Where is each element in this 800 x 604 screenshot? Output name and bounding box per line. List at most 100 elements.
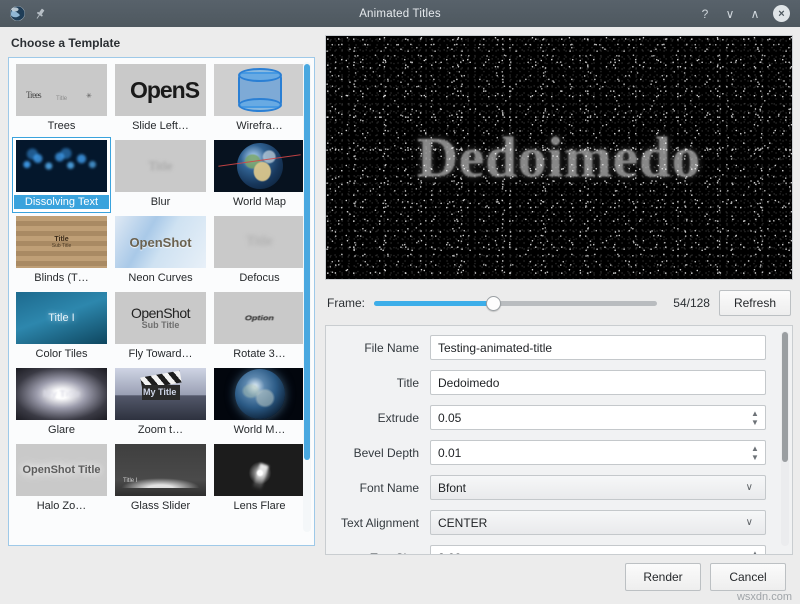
template-item-label: Zoom t… bbox=[113, 423, 208, 437]
field-value: Dedoimedo bbox=[438, 376, 499, 390]
template-item[interactable]: Lens Flare bbox=[210, 441, 309, 517]
template-item[interactable]: Title IGlass Slider bbox=[111, 441, 210, 517]
frame-slider-fill bbox=[374, 301, 493, 306]
field-label: Title bbox=[332, 376, 430, 390]
template-item-label: Glare bbox=[14, 423, 109, 437]
field-spinner[interactable]: 0.05 ▲▼ bbox=[430, 405, 766, 430]
refresh-button[interactable]: Refresh bbox=[719, 290, 791, 316]
field-label: Font Name bbox=[332, 481, 430, 495]
template-item[interactable]: OptionRotate 3… bbox=[210, 289, 309, 365]
template-item-label: Blinds (T… bbox=[14, 271, 109, 285]
template-item-label: Dissolving Text bbox=[14, 195, 109, 209]
template-item[interactable]: OpenShot TitleHalo Zo… bbox=[12, 441, 111, 517]
template-item[interactable]: Title IColor Tiles bbox=[12, 289, 111, 365]
template-item-label: Glass Slider bbox=[113, 499, 208, 513]
template-item-label: World Map bbox=[212, 195, 307, 209]
openshot-globe-icon bbox=[9, 5, 26, 22]
spinner-arrows-icon[interactable]: ▲▼ bbox=[745, 410, 765, 426]
template-item-label: Slide Left… bbox=[113, 119, 208, 133]
template-item-label: Color Tiles bbox=[14, 347, 109, 361]
field-value: 0.05 bbox=[438, 411, 461, 425]
template-item[interactable]: My TitleZoom t… bbox=[111, 365, 210, 441]
template-panel: Choose a Template TreesTitle✳TreesOpenSS… bbox=[8, 35, 315, 555]
chevron-down-icon[interactable]: ∨ bbox=[746, 482, 758, 493]
frame-label: Frame: bbox=[327, 296, 365, 310]
template-scrollbar[interactable] bbox=[303, 62, 311, 532]
cancel-button[interactable]: Cancel bbox=[710, 563, 786, 591]
form-row: Extrude 0.05 ▲▼ bbox=[332, 405, 782, 430]
frame-slider[interactable] bbox=[374, 295, 657, 311]
maximize-icon[interactable]: ∧ bbox=[748, 7, 762, 21]
template-item-label: Lens Flare bbox=[212, 499, 307, 513]
template-item[interactable]: TitleBlur bbox=[111, 137, 210, 213]
field-spinner[interactable]: 0.01 ▲▼ bbox=[430, 440, 766, 465]
template-item[interactable]: OpenShotNeon Curves bbox=[111, 213, 210, 289]
template-item-label: Rotate 3… bbox=[212, 347, 307, 361]
form-row: Font Name Bfont ∨ bbox=[332, 475, 782, 500]
animated-titles-dialog: Animated Titles ? ∨ ∧ × Choose a Templat… bbox=[0, 0, 800, 604]
title-bar-left-icons bbox=[6, 5, 47, 22]
template-item[interactable]: OpenSSlide Left… bbox=[111, 61, 210, 137]
field-spinner[interactable]: 2.00▲▼ bbox=[430, 545, 766, 555]
preview-image: Dedoimedo bbox=[325, 35, 793, 280]
template-item-label: World M… bbox=[212, 423, 307, 437]
preview-panel: Dedoimedo Frame: 54/128 Refresh File Nam… bbox=[325, 35, 793, 555]
field-label: Text Alignment bbox=[332, 516, 430, 530]
field-value: 0.01 bbox=[438, 446, 461, 460]
form-row: Title Dedoimedo bbox=[332, 370, 782, 395]
properties-form: File Name Testing-animated-title Title Dedo… bbox=[325, 325, 793, 555]
field-label: Bevel Depth bbox=[332, 446, 430, 460]
choose-template-heading: Choose a Template bbox=[11, 36, 315, 50]
form-scrollbar[interactable] bbox=[781, 331, 789, 546]
render-button[interactable]: Render bbox=[625, 563, 701, 591]
template-item[interactable]: TitleDefocus bbox=[210, 213, 309, 289]
template-item-label: Halo Zo… bbox=[14, 499, 109, 513]
window-title: Animated Titles bbox=[0, 8, 800, 20]
frame-controls: Frame: 54/128 Refresh bbox=[325, 280, 793, 325]
field-input[interactable]: Dedoimedo bbox=[430, 370, 766, 395]
template-item[interactable]: OpenShotSub TitleFly Toward… bbox=[111, 289, 210, 365]
pin-icon[interactable] bbox=[33, 7, 47, 21]
template-item[interactable]: Wirefra… bbox=[210, 61, 309, 137]
field-value: Bfont bbox=[438, 481, 466, 495]
dialog-body: Choose a Template TreesTitle✳TreesOpenSS… bbox=[0, 27, 800, 555]
frame-counter: 54/128 bbox=[666, 296, 710, 310]
chevron-down-icon[interactable]: ∨ bbox=[746, 517, 758, 528]
field-input[interactable]: Testing-animated-title bbox=[430, 335, 766, 360]
frame-slider-handle[interactable] bbox=[486, 296, 501, 311]
template-item-label: Neon Curves bbox=[113, 271, 208, 285]
template-scrollbar-thumb[interactable] bbox=[304, 64, 310, 460]
template-item-label: Defocus bbox=[212, 271, 307, 285]
field-value: Testing-animated-title bbox=[438, 341, 552, 355]
form-row: File Name Testing-animated-title bbox=[332, 335, 782, 360]
template-item[interactable]: World M… bbox=[210, 365, 309, 441]
field-label: File Name bbox=[332, 341, 430, 355]
window-controls: ? ∨ ∧ × bbox=[698, 5, 794, 22]
template-item-label: Fly Toward… bbox=[113, 347, 208, 361]
template-grid: TreesTitle✳TreesOpenSSlide Left…Wirefra…… bbox=[9, 58, 297, 517]
dialog-footer: Render Cancel wsxdn.com bbox=[0, 555, 800, 604]
close-icon[interactable]: × bbox=[773, 5, 790, 22]
template-item[interactable]: My TitleGlare bbox=[12, 365, 111, 441]
template-list[interactable]: TreesTitle✳TreesOpenSSlide Left…Wirefra…… bbox=[8, 57, 315, 546]
preview-grain-overlay bbox=[326, 36, 792, 279]
template-item[interactable]: World Map bbox=[210, 137, 309, 213]
watermark: wsxdn.com bbox=[737, 591, 792, 603]
form-scrollbar-thumb[interactable] bbox=[782, 332, 788, 462]
spinner-arrows-icon[interactable]: ▲▼ bbox=[745, 445, 765, 461]
field-select[interactable]: CENTER ∨ bbox=[430, 510, 766, 535]
form-row: Bevel Depth 0.01 ▲▼ bbox=[332, 440, 782, 465]
form-row: Text Alignment CENTER ∨ bbox=[332, 510, 782, 535]
template-item-label: Blur bbox=[113, 195, 208, 209]
help-icon[interactable]: ? bbox=[698, 7, 712, 21]
template-item[interactable]: TitleSub TitleBlinds (T… bbox=[12, 213, 111, 289]
minimize-icon[interactable]: ∨ bbox=[723, 7, 737, 21]
field-label: Extrude bbox=[332, 411, 430, 425]
form-row: Text Size2.00▲▼ bbox=[332, 545, 782, 555]
template-item[interactable]: TreesTitle✳Trees bbox=[12, 61, 111, 137]
field-select[interactable]: Bfont ∨ bbox=[430, 475, 766, 500]
form-rows: File Name Testing-animated-title Title Dedo… bbox=[332, 335, 782, 555]
title-bar: Animated Titles ? ∨ ∧ × bbox=[0, 0, 800, 27]
field-value: CENTER bbox=[438, 516, 487, 530]
template-item[interactable]: Dissolving Text bbox=[12, 137, 111, 213]
